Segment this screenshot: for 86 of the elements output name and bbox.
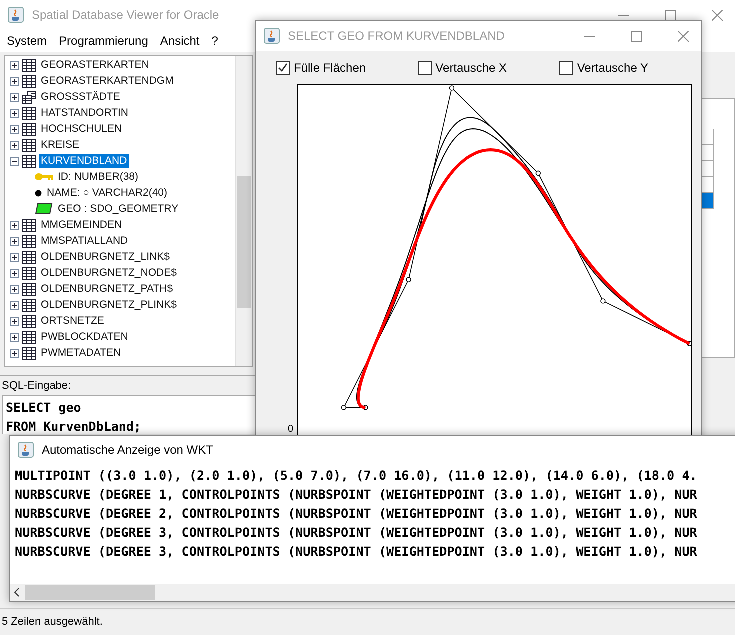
table-icon (22, 346, 36, 360)
tree-item[interactable]: OLDENBURGNETZ_LINK$ (39, 250, 172, 264)
status-text: 5 Zeilen ausgewählt. (2, 616, 103, 628)
wkt-line: NURBSCURVE (DEGREE 1, CONTROLPOINTS (NURBSPOINT (WEIGHTEDPOINT (3.0 1.0), WEIGHT 1.0), NUR (15, 486, 698, 504)
table-icon (22, 74, 36, 88)
app-icon (264, 28, 280, 44)
tree-item[interactable]: PWBLOCKDATEN (39, 330, 130, 344)
tree-item[interactable]: HATSTANDORTIN (39, 106, 131, 120)
tree-item[interactable]: ID: NUMBER(38) (56, 170, 141, 184)
window-title: Spatial Database Viewer for Oracle (32, 8, 220, 22)
checkbox[interactable] (559, 61, 574, 75)
table-icon (22, 250, 36, 264)
expand-icon[interactable] (10, 124, 19, 134)
tree-item[interactable]: MMSPATIALLAND (39, 234, 130, 248)
stacked-tables-icon (22, 90, 36, 104)
table-icon (22, 266, 36, 280)
dot-icon (35, 190, 42, 196)
expand-icon[interactable] (10, 236, 19, 246)
scroll-left-icon[interactable] (14, 588, 20, 597)
maximize-icon[interactable] (631, 30, 642, 42)
expand-icon[interactable] (10, 140, 19, 150)
expand-icon[interactable] (10, 60, 19, 70)
expand-icon[interactable] (10, 220, 19, 230)
tree-item[interactable]: GEO : SDO_GEOMETRY (56, 202, 181, 216)
table-icon (22, 218, 36, 232)
window-title: SELECT GEO FROM KURVENDBLAND (288, 29, 506, 43)
tree-item[interactable]: ORTSNETZE (39, 314, 106, 328)
table-icon (22, 122, 36, 136)
tree-item[interactable]: GEORASTERKARTENDGM (39, 74, 176, 88)
wkt-line: NURBSCURVE (DEGREE 2, CONTROLPOINTS (NURBSPOINT (WEIGHTEDPOINT (3.0 1.0), WEIGHT 1.0), NUR (15, 505, 698, 523)
tree-item[interactable]: GEORASTERKARTEN (39, 58, 152, 72)
close-icon[interactable] (678, 30, 689, 42)
checkbox[interactable] (418, 61, 432, 75)
tree-item[interactable]: OLDENBURGNETZ_NODE$ (39, 266, 179, 280)
sql-editor[interactable]: SELECT geo FROM KurvenDbLand; (2, 395, 258, 434)
table-icon (22, 58, 36, 72)
checkbox-label[interactable]: Vertausche X (436, 61, 508, 75)
expand-icon[interactable] (10, 284, 19, 294)
menu-item[interactable]: Ansicht (160, 34, 200, 48)
table-icon (22, 106, 36, 120)
key-icon (35, 173, 53, 181)
table-icon (22, 282, 36, 296)
table-icon (22, 138, 36, 152)
table-icon (22, 298, 36, 312)
tree-item[interactable]: KREISE (39, 138, 82, 152)
tree-item[interactable]: HOCHSCHULEN (39, 122, 124, 136)
tree-item[interactable]: MMGEMEINDEN (39, 218, 124, 232)
scrollbar[interactable] (235, 56, 252, 366)
axis-label: 0 (288, 424, 294, 435)
menu-item[interactable]: Programmierung (59, 34, 148, 48)
tree-item[interactable]: PWMETADATEN (39, 346, 124, 360)
wkt-line: NURBSCURVE (DEGREE 3, CONTROLPOINTS (NURBSPOINT (WEIGHTEDPOINT (3.0 1.0), WEIGHT 1.0), NUR (15, 524, 698, 542)
tree-item[interactable]: KURVENDBLAND (39, 154, 130, 168)
wkt-line: MULTIPOINT ((3.0 1.0), (2.0 1.0), (5.0 7.0), (7.0 16.0), (11.0 12.0), (14.0 6.0), (18.0 4. (15, 467, 698, 485)
expand-icon[interactable] (10, 252, 19, 262)
scrollbar[interactable] (10, 584, 735, 601)
expand-icon[interactable] (10, 300, 19, 310)
app-icon (8, 7, 24, 23)
expand-icon[interactable] (10, 332, 19, 342)
table-icon (22, 234, 36, 248)
wkt-line: NURBSCURVE (DEGREE 3, CONTROLPOINTS (NURBSPOINT (WEIGHTEDPOINT (3.0 1.0), WEIGHT 1.0), NUR (15, 543, 698, 561)
expand-icon[interactable] (10, 348, 19, 358)
expand-icon[interactable] (10, 268, 19, 278)
table-icon (22, 154, 36, 168)
tree-item[interactable]: GROSSSTÄDTE (39, 90, 122, 104)
tree-item[interactable]: OLDENBURGNETZ_PATH$ (39, 282, 176, 296)
tree-item[interactable]: OLDENBURGNETZ_PLINK$ (39, 298, 179, 312)
expand-icon[interactable] (10, 108, 19, 118)
minimize-icon[interactable] (618, 14, 629, 16)
window-title: Automatische Anzeige von WKT (42, 443, 214, 457)
collapse-icon[interactable] (10, 156, 19, 166)
sql-label: SQL-Eingabe: (2, 380, 72, 392)
table-icon (22, 314, 36, 328)
checkbox[interactable] (276, 61, 290, 75)
checkbox-label[interactable]: Fülle Flächen (294, 61, 366, 75)
polygon-icon (35, 203, 53, 215)
tree-item[interactable]: NAME: ○ VARCHAR2(40) (45, 186, 170, 200)
menu-item[interactable]: System (7, 34, 48, 48)
app-icon (18, 442, 34, 458)
table-icon (22, 330, 36, 344)
menu-item[interactable]: ? (212, 34, 218, 48)
checkbox-label[interactable]: Vertausche Y (577, 61, 649, 75)
expand-icon[interactable] (10, 76, 19, 86)
expand-icon[interactable] (10, 92, 19, 102)
expand-icon[interactable] (10, 316, 19, 326)
close-icon[interactable] (712, 10, 723, 20)
